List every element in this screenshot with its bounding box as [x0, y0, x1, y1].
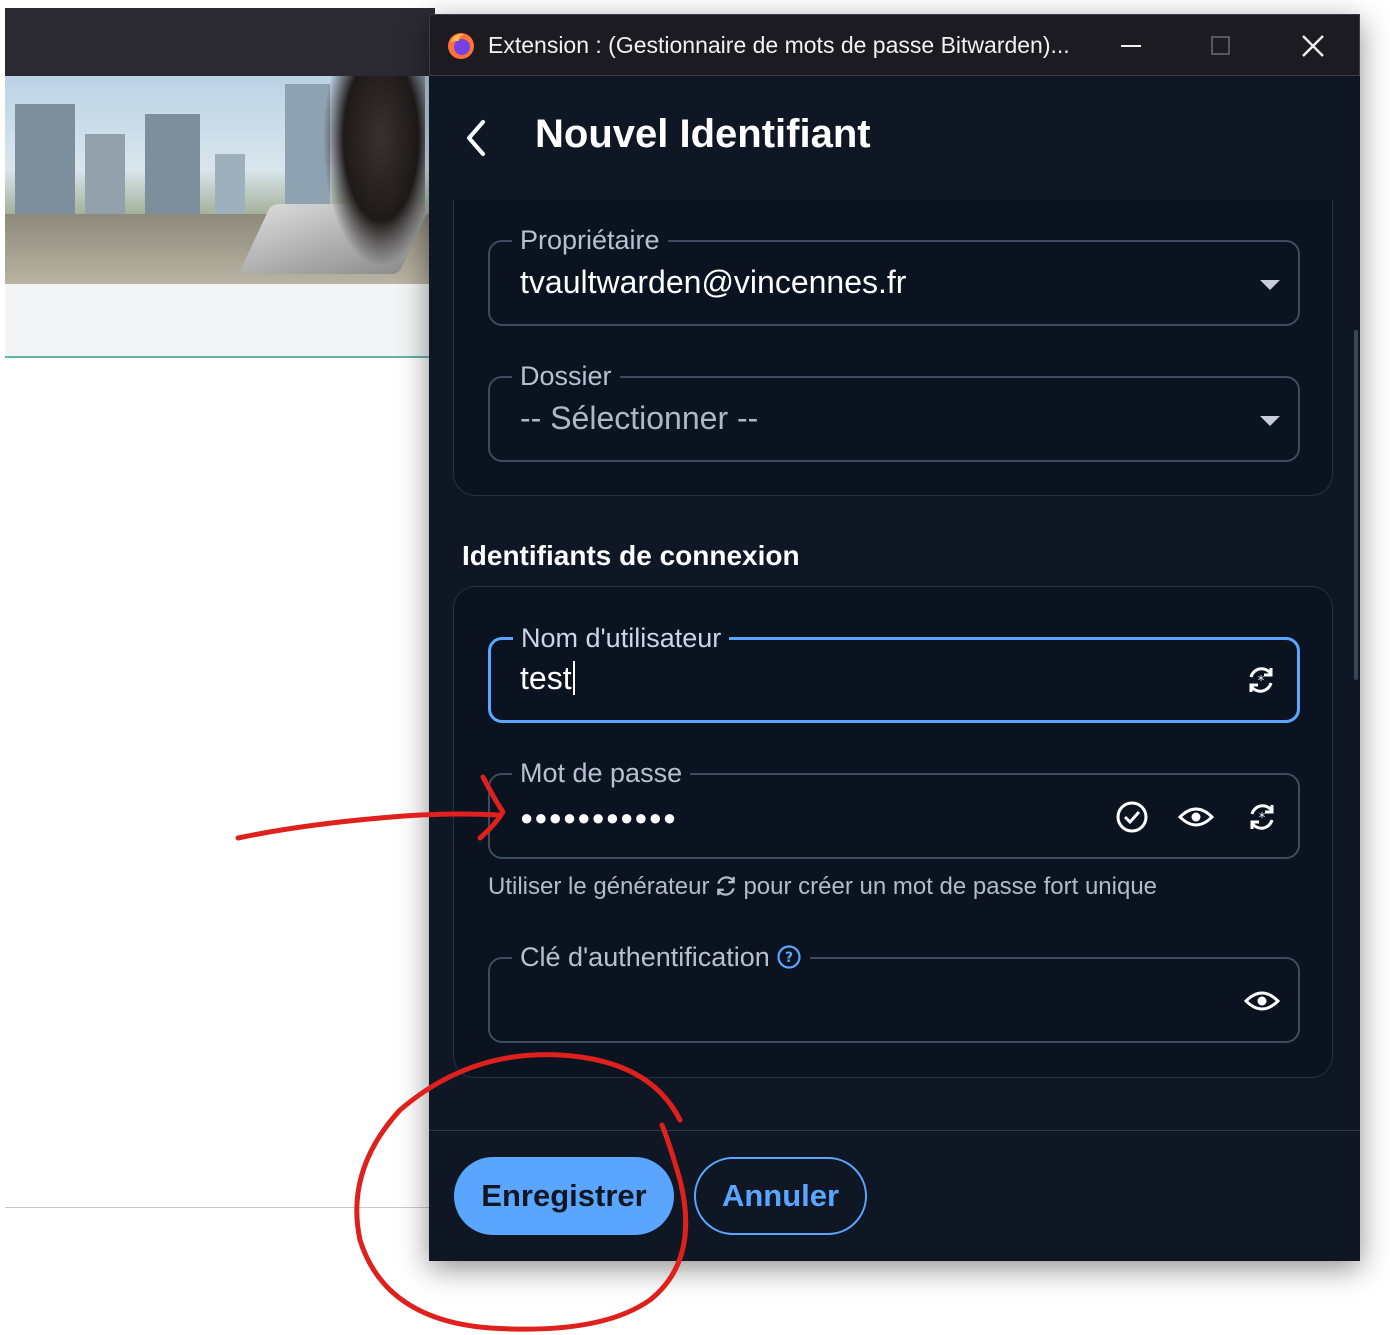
eye-icon[interactable]: [1178, 799, 1214, 835]
page-header: Nouvel Identifiant: [429, 76, 1360, 201]
generate-icon[interactable]: *: [1243, 662, 1279, 698]
maximize-icon[interactable]: [1198, 25, 1244, 67]
username-label: Nom d'utilisateur: [513, 620, 730, 656]
login-credentials-card: Nom d'utilisateur test * Mot de passe ●●…: [453, 586, 1333, 1078]
svg-text:*: *: [1258, 674, 1265, 689]
chevron-left-icon[interactable]: [459, 116, 493, 160]
chevron-down-icon: [1260, 280, 1280, 290]
password-hint: Utiliser le générateur pour créer un mot …: [488, 873, 1157, 901]
folder-value: -- Sélectionner --: [520, 400, 759, 436]
owner-value: tvaultwarden@vincennes.fr: [520, 264, 907, 300]
username-field[interactable]: Nom d'utilisateur test *: [488, 620, 1300, 723]
svg-text:*: *: [1259, 811, 1266, 826]
folder-label: Dossier: [512, 358, 620, 394]
password-value: ●●●●●●●●●●●: [520, 805, 678, 830]
chevron-down-icon: [1260, 416, 1280, 426]
firefox-icon: [448, 33, 474, 59]
password-field[interactable]: Mot de passe ●●●●●●●●●●● *: [488, 755, 1300, 859]
close-icon[interactable]: [1290, 25, 1336, 67]
browser-toolbar: [5, 8, 435, 76]
folder-select[interactable]: Dossier -- Sélectionner --: [488, 358, 1300, 462]
eye-icon[interactable]: [1244, 983, 1280, 1019]
header-photo: [5, 76, 435, 284]
cancel-button[interactable]: Annuler: [694, 1157, 867, 1235]
hint-before: Utiliser le générateur: [488, 873, 710, 900]
check-circle-icon[interactable]: [1114, 799, 1150, 835]
hint-after: pour créer un mot de passe fort unique: [743, 873, 1158, 900]
username-value: test: [520, 660, 572, 696]
form-content: Propriétaire tvaultwarden@vincennes.fr D…: [429, 200, 1360, 1130]
generate-icon[interactable]: *: [1244, 799, 1280, 835]
totp-label-text: Clé d'authentification: [520, 942, 770, 972]
totp-label: Clé d'authentification?: [512, 939, 810, 975]
svg-text:?: ?: [785, 950, 793, 966]
generate-icon: [713, 873, 739, 899]
text-caret: [572, 661, 575, 695]
page-title: Nouvel Identifiant: [535, 112, 871, 156]
window-title: Extension : (Gestionnaire de mots de pas…: [488, 32, 1070, 58]
owner-label: Propriétaire: [512, 222, 668, 258]
owner-select[interactable]: Propriétaire tvaultwarden@vincennes.fr: [488, 222, 1300, 326]
extension-window: Extension : (Gestionnaire de mots de pas…: [429, 14, 1360, 1261]
page-divider: [5, 1207, 435, 1208]
window-titlebar: Extension : (Gestionnaire de mots de pas…: [429, 14, 1360, 76]
item-details-card: Propriétaire tvaultwarden@vincennes.fr D…: [453, 200, 1333, 496]
minimize-icon[interactable]: [1108, 25, 1154, 67]
page-banner-strip: [5, 284, 435, 358]
form-footer: Enregistrer Annuler: [429, 1130, 1360, 1261]
save-button[interactable]: Enregistrer: [454, 1157, 674, 1235]
totp-field[interactable]: Clé d'authentification?: [488, 939, 1300, 1043]
password-label: Mot de passe: [512, 755, 691, 791]
scrollbar[interactable]: [1354, 330, 1358, 680]
question-circle-icon[interactable]: ?: [776, 944, 802, 970]
username-value-wrap: test: [520, 660, 575, 697]
login-section-title: Identifiants de connexion: [462, 540, 800, 571]
